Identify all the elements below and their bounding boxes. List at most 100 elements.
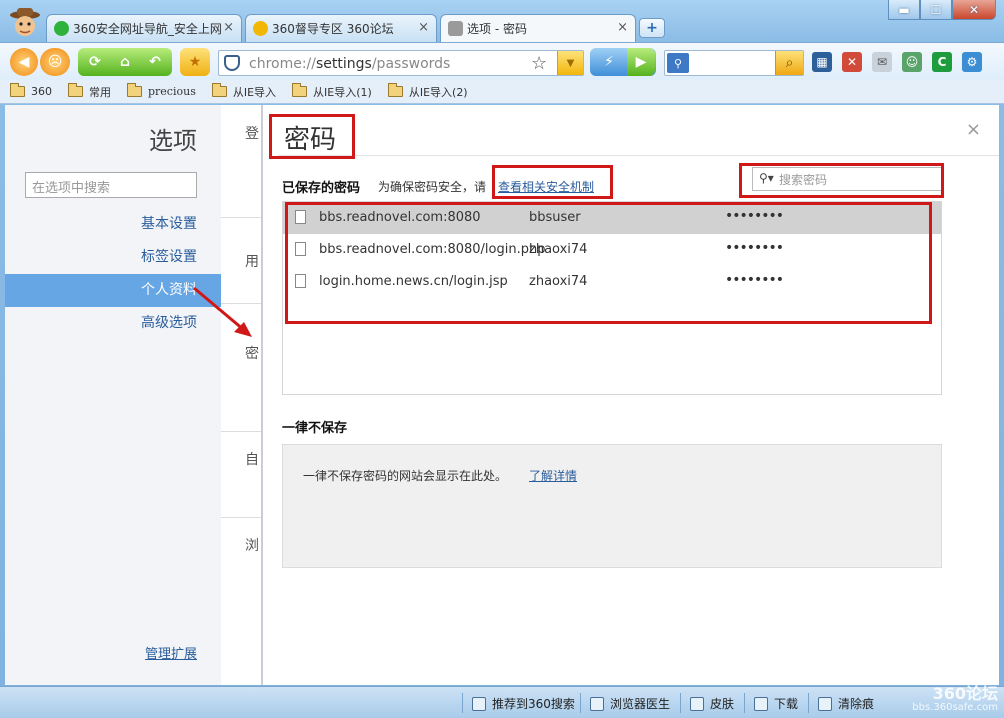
divider bbox=[221, 517, 261, 518]
section-label: 浏 bbox=[245, 538, 259, 554]
section-label: 密 bbox=[245, 346, 259, 362]
section-label: 登 bbox=[245, 126, 259, 142]
tab-close-icon[interactable]: × bbox=[617, 20, 628, 35]
annotation-arrow-icon bbox=[193, 286, 252, 337]
home-icon[interactable]: ⌂ bbox=[110, 54, 140, 70]
bookmarks-bar: 360 常用 precious 从IE导入 从IE导入(1) 从IE导入(2) bbox=[0, 80, 1004, 104]
section-label: 用 bbox=[245, 254, 259, 270]
clear-traces-button[interactable]: 清除痕 bbox=[818, 695, 874, 712]
gear-icon bbox=[448, 21, 463, 36]
mascot-logo-icon[interactable] bbox=[8, 6, 42, 40]
sidebar-item-tabs[interactable]: 标签设置 bbox=[5, 241, 221, 274]
smiley-icon[interactable]: ☹ bbox=[40, 48, 70, 76]
tab-360-nav[interactable]: 360安全网址导航_安全上网 × bbox=[46, 14, 242, 42]
divider bbox=[808, 693, 809, 713]
sidebar-item-personal[interactable]: 个人资料 bbox=[5, 274, 221, 307]
maximize-button[interactable]: ☐ bbox=[920, 0, 952, 20]
toolbar: ◀ ☹ ⟳ ⌂ ↶ ★ chrome://settings/passwords … bbox=[0, 42, 1004, 80]
dialog-close-icon[interactable]: × bbox=[966, 119, 981, 140]
tab-close-icon[interactable]: × bbox=[223, 20, 234, 35]
status-bar: 推荐到360搜索 浏览器医生 皮肤 下载 清除痕 360论坛 bbs.360sa… bbox=[0, 686, 1004, 718]
settings-sidebar: 选项 在选项中搜索 基本设置 标签设置 个人资料 高级选项 管理扩展 bbox=[5, 105, 221, 685]
sidebar-title: 选项 bbox=[149, 127, 197, 155]
settings-gear-icon[interactable]: ⚙ bbox=[962, 52, 982, 72]
c-icon[interactable]: C bbox=[932, 52, 952, 72]
tab-settings-passwords[interactable]: 选项 - 密码 × bbox=[440, 14, 636, 42]
bookmark-item[interactable]: precious bbox=[127, 83, 196, 98]
divider bbox=[278, 155, 999, 156]
speed-mode-group: ⚡ ▶ bbox=[590, 48, 656, 76]
new-tab-button[interactable]: + bbox=[639, 18, 665, 38]
bookmark-item[interactable]: 从IE导入(1) bbox=[292, 83, 372, 100]
folder-icon bbox=[68, 83, 83, 97]
folder-icon bbox=[10, 83, 25, 97]
search-engine-icon[interactable]: ⚲ bbox=[667, 53, 689, 73]
game-icon[interactable]: ☺ bbox=[902, 52, 922, 72]
browser-doctor[interactable]: 浏览器医生 bbox=[590, 695, 670, 712]
never-saved-list: 一律不保存密码的网站会显示在此处。 了解详情 bbox=[282, 444, 942, 568]
folder-icon bbox=[292, 83, 308, 97]
close-window-button[interactable]: ✕ bbox=[952, 0, 996, 20]
never-saved-note: 一律不保存密码的网站会显示在此处。 bbox=[303, 469, 508, 483]
annotation-box bbox=[285, 202, 932, 324]
background-section-labels: 登 用 密 自 浏 bbox=[221, 105, 261, 685]
bookmark-item[interactable]: 360 bbox=[10, 83, 52, 98]
tab-strip: 360安全网址导航_安全上网 × 360督导专区 360论坛 × 选项 - 密码… bbox=[46, 14, 665, 42]
tab-360-forum[interactable]: 360督导专区 360论坛 × bbox=[245, 14, 437, 42]
undo-icon[interactable]: ↶ bbox=[140, 54, 170, 70]
divider bbox=[680, 693, 681, 713]
annotation-box bbox=[492, 165, 613, 199]
settings-search-input[interactable]: 在选项中搜索 bbox=[25, 172, 197, 198]
divider bbox=[221, 431, 261, 432]
download-button[interactable]: 下载 bbox=[754, 695, 798, 712]
thumbs-up-icon bbox=[472, 696, 486, 711]
minimize-button[interactable]: ▬ bbox=[888, 0, 920, 20]
sidebar-item-advanced[interactable]: 高级选项 bbox=[5, 307, 221, 340]
apps-icon[interactable]: ▦ bbox=[812, 52, 832, 72]
window-controls: ▬ ☐ ✕ bbox=[888, 0, 996, 20]
bookmark-item[interactable]: 从IE导入 bbox=[211, 83, 276, 100]
search-go-icon[interactable]: ⌕ bbox=[775, 51, 803, 75]
favorites-star-icon[interactable]: ★ bbox=[180, 48, 210, 76]
divider bbox=[221, 217, 261, 218]
download-icon bbox=[754, 696, 768, 711]
tab-title: 选项 - 密码 bbox=[467, 22, 527, 36]
divider bbox=[744, 693, 745, 713]
annotation-box bbox=[269, 114, 355, 159]
play-icon[interactable]: ▶ bbox=[627, 48, 655, 76]
broom-icon bbox=[818, 696, 832, 711]
divider bbox=[580, 693, 581, 713]
toolbar-search[interactable]: ⚲ ⌕ bbox=[664, 50, 804, 76]
lightning-icon[interactable]: ⚡ bbox=[591, 54, 627, 70]
tab-favicon-icon bbox=[253, 21, 268, 36]
shield-icon bbox=[224, 55, 240, 71]
safety-note: 为确保密码安全，请 bbox=[378, 180, 487, 194]
tab-favicon-icon bbox=[54, 21, 69, 36]
folder-icon bbox=[127, 83, 142, 97]
folder-icon bbox=[387, 83, 403, 97]
address-bar[interactable]: chrome://settings/passwords ☆ ▼ bbox=[218, 50, 584, 76]
skin-button[interactable]: 皮肤 bbox=[690, 695, 734, 712]
folder-icon bbox=[211, 83, 227, 97]
recommend-360-search[interactable]: 推荐到360搜索 bbox=[472, 695, 575, 712]
toolbar-icons: ▦ ✕ ✉ ☺ C ⚙ bbox=[812, 52, 992, 72]
shirt-icon bbox=[690, 696, 704, 711]
learn-more-link[interactable]: 了解详情 bbox=[529, 467, 577, 484]
manage-extensions-link[interactable]: 管理扩展 bbox=[145, 643, 197, 662]
tab-title: 360安全网址导航_安全上网 bbox=[73, 22, 222, 36]
saved-passwords-heading: 已保存的密码 bbox=[282, 181, 361, 196]
dialog-edge bbox=[261, 105, 263, 685]
chevron-down-icon[interactable]: ▼ bbox=[557, 51, 583, 75]
bookmark-item[interactable]: 从IE导入(2) bbox=[387, 83, 468, 100]
address-url[interactable]: chrome://settings/passwords bbox=[249, 56, 450, 72]
section-label: 自 bbox=[245, 452, 259, 468]
bookmark-item[interactable]: 常用 bbox=[68, 83, 111, 100]
tab-close-icon[interactable]: × bbox=[418, 20, 429, 35]
mail-icon[interactable]: ✉ bbox=[872, 52, 892, 72]
bookmark-star-icon[interactable]: ☆ bbox=[531, 53, 547, 74]
browser-window: 360安全网址导航_安全上网 × 360督导专区 360论坛 × 选项 - 密码… bbox=[0, 0, 1004, 718]
clean-icon[interactable]: ✕ bbox=[842, 52, 862, 72]
sidebar-item-basic[interactable]: 基本设置 bbox=[5, 208, 221, 241]
refresh-icon[interactable]: ⟳ bbox=[80, 54, 110, 70]
back-icon[interactable]: ◀ bbox=[10, 48, 38, 76]
